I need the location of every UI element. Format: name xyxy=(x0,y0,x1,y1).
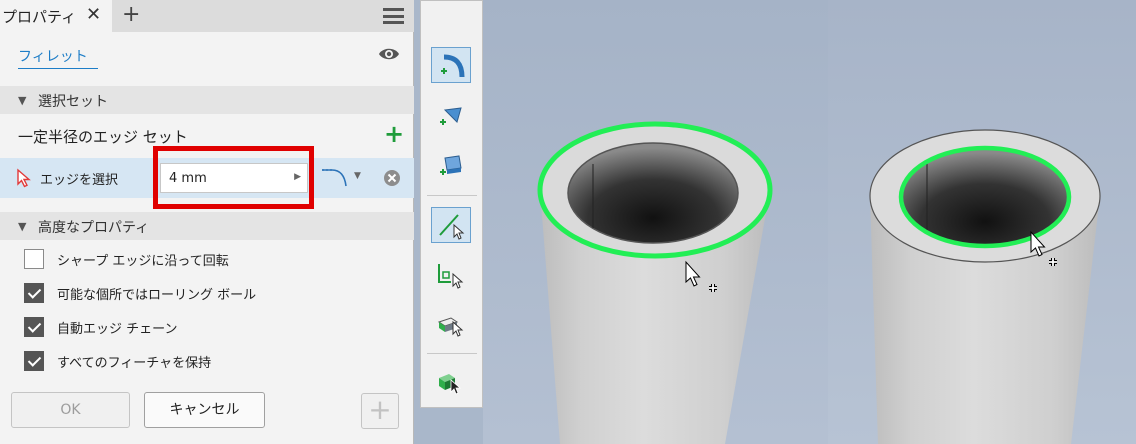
toolbar-separator xyxy=(427,353,477,354)
constant-radius-fillet-button[interactable] xyxy=(431,47,471,83)
properties-panel: プロパティ ✕ + フィレット ▼ 選択セット 一定半径のエッジ セット + エ… xyxy=(0,0,414,444)
cancel-button[interactable]: キャンセル xyxy=(144,392,265,428)
chevron-down-icon[interactable]: ▼ xyxy=(354,171,361,181)
section-title: 高度なプロパティ xyxy=(38,220,150,236)
eye-icon[interactable] xyxy=(378,46,400,62)
section-title: 選択セット xyxy=(38,94,108,110)
option-label: すべてのフィーチャを保持 xyxy=(57,356,212,371)
edge-set-label: 一定半径のエッジ セット xyxy=(18,128,188,146)
feature-select-mode-button[interactable] xyxy=(431,305,471,341)
menu-icon[interactable] xyxy=(383,8,404,24)
checkbox[interactable] xyxy=(24,317,44,337)
setback-fillet-button[interactable] xyxy=(431,147,471,183)
toolbar-separator xyxy=(427,195,477,196)
checkbox[interactable] xyxy=(24,351,44,371)
variable-fillet-icon xyxy=(440,107,462,125)
loop-select-mode-button[interactable] xyxy=(431,257,471,293)
add-edge-set-button[interactable]: + xyxy=(384,120,404,148)
edge-select-mode-icon xyxy=(439,214,465,240)
section-advanced-properties[interactable]: ▼ 高度なプロパティ xyxy=(0,212,414,240)
apply-and-continue-button[interactable]: + xyxy=(361,393,399,429)
option-label: 可能な個所ではローリング ボール xyxy=(57,288,257,303)
option-label: シャープ エッジに沿って回転 xyxy=(57,254,229,269)
close-icon[interactable]: ✕ xyxy=(86,4,101,25)
viewport-scene xyxy=(483,0,1136,444)
setback-fillet-icon xyxy=(440,155,462,175)
constant-radius-fillet-icon xyxy=(441,54,465,78)
feature-select-mode-icon xyxy=(437,317,464,337)
tab-properties[interactable]: プロパティ ✕ xyxy=(0,0,112,32)
panel-tab-bar: プロパティ ✕ + xyxy=(0,0,414,32)
all-edges-select-icon xyxy=(439,374,462,395)
tube-inner-edge-selected xyxy=(869,129,1101,444)
collapse-triangle-icon[interactable]: ▼ xyxy=(18,94,26,107)
select-cursor-icon xyxy=(17,168,31,188)
edge-select-mode-button[interactable] xyxy=(431,207,471,243)
annotation-highlight-box xyxy=(153,146,314,209)
edge-select-label: エッジを選択 xyxy=(40,173,119,188)
remove-circle-icon[interactable] xyxy=(383,169,401,187)
section-selection-set[interactable]: ▼ 選択セット xyxy=(0,86,414,114)
feature-name-link[interactable]: フィレット xyxy=(18,46,98,69)
variable-fillet-button[interactable] xyxy=(431,99,471,135)
loop-select-mode-icon xyxy=(438,264,464,289)
collapse-triangle-icon[interactable]: ▼ xyxy=(18,220,26,233)
graphics-viewport[interactable] xyxy=(483,0,1136,444)
fillet-profile-icon[interactable] xyxy=(320,167,350,189)
ok-button[interactable]: OK xyxy=(11,392,130,428)
fillet-toolbar xyxy=(420,0,483,408)
checkbox[interactable] xyxy=(24,283,44,303)
add-tab-icon[interactable]: + xyxy=(122,2,140,27)
checkbox[interactable] xyxy=(24,249,44,269)
all-edges-select-button[interactable] xyxy=(431,363,471,399)
tab-label: プロパティ xyxy=(2,8,77,26)
option-label: 自動エッジ チェーン xyxy=(57,322,178,337)
